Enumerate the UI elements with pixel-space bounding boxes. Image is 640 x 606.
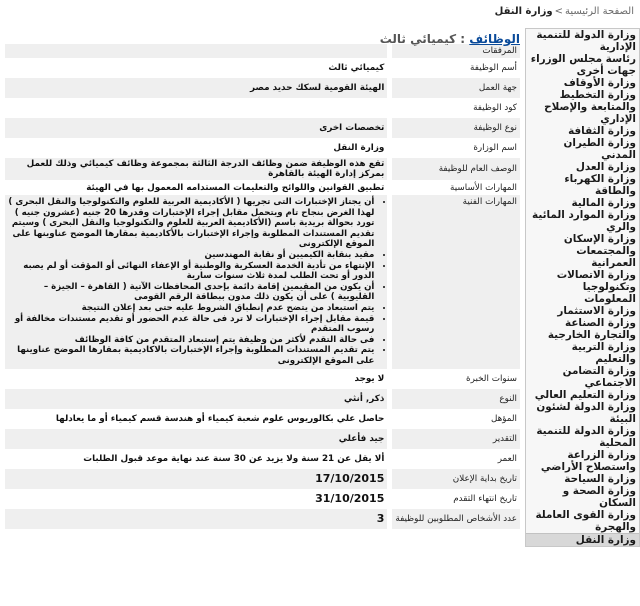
row-qualification: المؤهل حاصل علي بكالوريوس علوم شعبة كيمي… — [5, 408, 520, 429]
value-end-date: 31/10/2015 — [5, 488, 393, 509]
job-title: كيميائي ثالث — [379, 32, 457, 46]
label-start-date: تاريخ بداية الإعلان — [389, 468, 520, 489]
technical-skill-item: أن يكون من المقيمين إقامة دائمة بإحدى ال… — [8, 282, 374, 303]
sidebar-item[interactable]: وزارة الاستثمار — [526, 305, 639, 317]
label-gender: النوع — [389, 388, 520, 409]
sidebar-item[interactable]: وزارة العدل — [526, 161, 639, 173]
technical-skill-item: قيمة مقابل إجراء الإختبارات لا ترد فى حا… — [8, 314, 375, 335]
label-attachments: المرفقات — [389, 44, 520, 58]
sidebar-item[interactable]: وزارة الصناعة والتجارة الخارجية — [526, 317, 639, 341]
sidebar-item[interactable]: وزارة التعليم العالي — [526, 389, 639, 401]
row-grade: التقدير جيد فأعلي — [5, 428, 520, 449]
row-job-code: كود الوظيفة — [5, 98, 520, 118]
breadcrumb-current: وزارة النقل — [494, 6, 553, 17]
row-attachments: المرفقات — [5, 44, 520, 58]
label-job-name: أسم الوظيفة — [389, 58, 520, 78]
value-job-name: كيميائي ثالث — [5, 58, 393, 78]
technical-skill-item: مقيد بنقابة الكيميين أو نقابة المهندسين — [8, 250, 375, 261]
label-required-count: عدد الأشخاص المطلوبين للوظيفة — [389, 508, 520, 529]
sidebar-item[interactable]: وزارة النقل — [526, 533, 639, 546]
label-job-code: كود الوظيفة — [389, 98, 520, 118]
job-details-table: المرفقات أسم الوظيفة كيميائي ثالث جهة ال… — [5, 44, 520, 529]
label-technical-skills: المهارات الفنية — [389, 195, 520, 369]
sidebar-item[interactable]: وزارة الاتصالات وتكنولوجيا المعلومات — [526, 269, 639, 305]
label-grade: التقدير — [389, 428, 520, 449]
label-basic-skills: المهارات الأساسية — [389, 180, 520, 195]
label-description: الوصف العام للوظيفة — [389, 158, 520, 180]
value-basic-skills: تطبيق القوانين واللوائح والتعليمات المست… — [5, 180, 393, 195]
value-ministry: وزارة النقل — [5, 138, 393, 158]
row-job-name: أسم الوظيفة كيميائي ثالث — [5, 58, 520, 78]
technical-skill-item: أن يجتاز الإختبارات التى تجريها ( الأكاد… — [8, 197, 374, 250]
ministries-sidebar: وزارة الدولة للتنمية الإدارية رئاسة مجلس … — [525, 28, 640, 547]
technical-skill-item: فى حالة التقدم لأكثر من وظيفة يتم إستبعا… — [8, 335, 375, 346]
value-job-type: تخصصات اخرى — [5, 118, 393, 138]
value-attachments — [5, 44, 393, 58]
sidebar-item[interactable]: جهات أخرى — [526, 65, 639, 77]
sidebar-item[interactable]: وزارة المالية — [526, 197, 639, 209]
label-experience: سنوات الخبرة — [389, 368, 520, 389]
sidebar-item[interactable]: وزارة الدولة لشئون البيئة — [526, 401, 639, 425]
value-start-date: 17/10/2015 — [5, 468, 393, 489]
value-technical-skills: أن يجتاز الإختبارات التى تجريها ( الأكاد… — [5, 195, 393, 369]
value-job-code — [5, 98, 393, 118]
row-employer: جهة العمل الهيئة القومية لسكك حديد مصر — [5, 78, 520, 98]
technical-skills-list: أن يجتاز الإختبارات التى تجريها ( الأكاد… — [8, 197, 384, 367]
sidebar-item[interactable]: وزارة الموارد المائية والري — [526, 209, 639, 233]
sidebar-item[interactable]: وزارة الدولة للتنمية الإدارية — [526, 29, 639, 53]
value-gender: ذكر, أنثي — [5, 388, 393, 409]
technical-skill-item: يتم استبعاد من يتضح عدم إنطباق الشروط عل… — [8, 303, 375, 314]
row-description: الوصف العام للوظيفة تقع هذه الوظيفة ضمن … — [5, 158, 520, 180]
row-end-date: تاريخ انتهاء التقدم 31/10/2015 — [5, 488, 520, 509]
title-separator: : — [456, 32, 470, 46]
ministries-list: وزارة الدولة للتنمية الإدارية رئاسة مجلس … — [526, 29, 639, 546]
row-age: العمر ألا يقل عن 21 سنة ولا يزيد عن 30 س… — [5, 448, 520, 469]
sidebar-item[interactable]: وزارة التربية والتعليم — [526, 341, 639, 365]
sidebar-item[interactable]: وزارة الصحة و السكان — [526, 485, 639, 509]
sidebar-item[interactable]: رئاسة مجلس الوزراء — [526, 53, 639, 65]
value-required-count: 3 — [5, 508, 393, 529]
value-employer: الهيئة القومية لسكك حديد مصر — [5, 78, 393, 98]
job-details-panel: الوظائف : كيميائي ثالث المرفقات أسم الوظ… — [5, 28, 520, 529]
value-experience: لا يوجد — [5, 368, 393, 389]
value-description: تقع هذه الوظيفة ضمن وظائف الدرجة الثالثة… — [5, 158, 393, 180]
sidebar-item[interactable]: وزارة التضامن الاجتماعي — [526, 365, 639, 389]
label-age: العمر — [389, 448, 520, 469]
sidebar-item[interactable]: وزارة الدولة للتنمية المحلية — [526, 425, 639, 449]
page-title: الوظائف : كيميائي ثالث — [5, 28, 520, 46]
row-required-count: عدد الأشخاص المطلوبين للوظيفة 3 — [5, 508, 520, 529]
row-start-date: تاريخ بداية الإعلان 17/10/2015 — [5, 468, 520, 489]
row-job-type: نوع الوظيفة تخصصات اخرى — [5, 118, 520, 138]
sidebar-item[interactable]: وزارة الزراعة واستصلاح الأراضي — [526, 449, 639, 473]
row-technical-skills: المهارات الفنية أن يجتاز الإختبارات التى… — [5, 195, 520, 369]
row-basic-skills: المهارات الأساسية تطبيق القوانين واللوائ… — [5, 180, 520, 195]
value-grade: جيد فأعلي — [5, 428, 393, 449]
jobs-link[interactable]: الوظائف — [469, 32, 520, 46]
sidebar-item[interactable]: وزارة التخطيط والمتابعة والإصلاح الإداري — [526, 89, 639, 125]
sidebar-item[interactable]: وزارة الإسكان والمجتمعات العمرانية — [526, 233, 639, 269]
sidebar-item[interactable]: وزارة الثقافة — [526, 125, 639, 137]
technical-skill-item: الإنتهاء من تأدية الخدمة العسكرية والوطن… — [8, 261, 374, 282]
row-ministry: اسم الوزارة وزارة النقل — [5, 138, 520, 158]
label-end-date: تاريخ انتهاء التقدم — [389, 488, 520, 509]
label-ministry: اسم الوزارة — [389, 138, 520, 158]
label-job-type: نوع الوظيفة — [389, 118, 520, 138]
sidebar-item[interactable]: وزارة القوى العاملة والهجرة — [526, 509, 639, 533]
sidebar-item[interactable]: وزارة الطيران المدني — [526, 137, 639, 161]
breadcrumb: الصفحة الرئيسية>وزارة النقل — [6, 6, 634, 17]
sidebar-item[interactable]: وزارة السياحة — [526, 473, 639, 485]
row-gender: النوع ذكر, أنثي — [5, 388, 520, 409]
label-employer: جهة العمل — [389, 78, 520, 98]
technical-skill-item: يتم تقديم المستندات المطلوبة وإجراء الإخ… — [8, 345, 374, 366]
value-qualification: حاصل علي بكالوريوس علوم شعبة كيمياء أو ه… — [5, 408, 393, 429]
sidebar-item[interactable]: وزارة الأوقاف — [526, 77, 639, 89]
label-qualification: المؤهل — [389, 408, 520, 429]
breadcrumb-home-link[interactable]: الصفحة الرئيسية — [565, 6, 634, 17]
breadcrumb-separator: > — [554, 6, 563, 17]
row-experience: سنوات الخبرة لا يوجد — [5, 368, 520, 389]
value-age: ألا يقل عن 21 سنة ولا يزيد عن 30 سنة عند… — [5, 448, 393, 469]
sidebar-item[interactable]: وزارة الكهرباء والطاقة — [526, 173, 639, 197]
